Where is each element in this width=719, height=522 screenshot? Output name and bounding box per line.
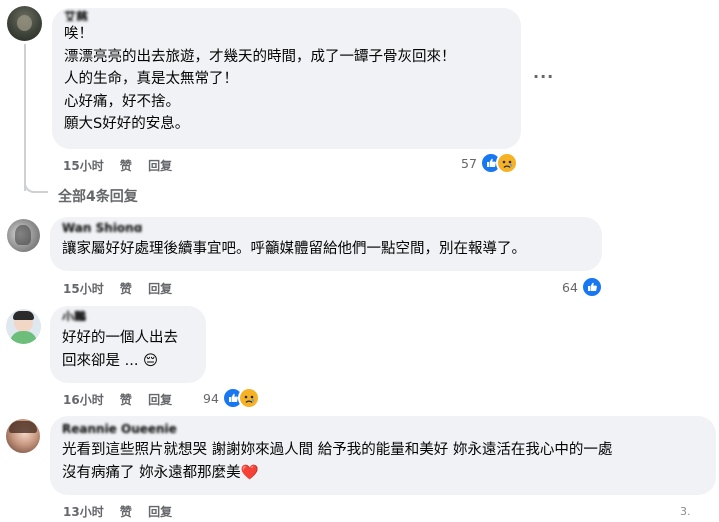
- avatar[interactable]: [6, 309, 41, 344]
- like-button[interactable]: 赞: [120, 157, 132, 174]
- reaction-count: 64: [562, 279, 578, 295]
- comment-author[interactable]: Wan Shiong: [62, 221, 590, 232]
- comment-time[interactable]: 16小时: [63, 391, 104, 408]
- reactions-summary[interactable]: 64: [562, 276, 603, 298]
- sad-reaction-icon: [237, 387, 260, 409]
- comment-meta: 15小时 赞 回复: [63, 280, 184, 297]
- comment-meta: 13小时 赞 回复: [63, 503, 184, 520]
- reply-button[interactable]: 回复: [148, 157, 172, 174]
- comment-author[interactable]: 小鵬: [62, 310, 194, 321]
- comment-bubble: 艾慈 唉！ 漂漂亮亮的出去旅遊，才幾天的時間，成了一罈子骨灰回來！ 人的生命，真…: [52, 8, 521, 149]
- more-options-icon[interactable]: ···: [533, 67, 554, 86]
- comment-bubble: Wan Shiong 讓家屬好好處理後續事宜吧。呼籲媒體留給他們一點空間，別在報…: [50, 217, 602, 271]
- comment-text: 讓家屬好好處理後續事宜吧。呼籲媒體留給他們一點空間，別在報導了。: [62, 241, 526, 257]
- comment-bubble: Reannie Queenie 光看到這些照片就想哭 謝謝妳來過人間 給予我的能…: [50, 416, 716, 495]
- comment-author[interactable]: 艾慈: [64, 10, 509, 21]
- like-button[interactable]: 赞: [120, 391, 132, 408]
- watermark: 3.: [680, 505, 691, 518]
- thread-connector: [24, 175, 48, 193]
- comment-author[interactable]: Reannie Queenie: [62, 422, 704, 433]
- comment-time[interactable]: 15小时: [63, 157, 104, 174]
- view-replies-link[interactable]: 全部4条回复: [58, 186, 138, 206]
- avatar[interactable]: [7, 219, 40, 252]
- like-button[interactable]: 赞: [120, 503, 132, 520]
- reactions-summary[interactable]: 94: [203, 387, 260, 409]
- reaction-count: 94: [203, 390, 219, 406]
- comment-meta: 15小时 赞 回复: [63, 157, 184, 174]
- reaction-count: 57: [461, 155, 477, 171]
- comment-text: 好好的一個人出去 回來卻是 ... 😔: [62, 330, 178, 369]
- like-button[interactable]: 赞: [120, 280, 132, 297]
- reply-button[interactable]: 回复: [148, 391, 172, 408]
- comment-meta: 16小时 赞 回复: [63, 391, 184, 408]
- reply-button[interactable]: 回复: [148, 503, 172, 520]
- avatar[interactable]: [7, 6, 42, 41]
- reactions-summary[interactable]: 57: [461, 152, 518, 174]
- comment-text: 唉！ 漂漂亮亮的出去旅遊，才幾天的時間，成了一罈子骨灰回來！ 人的生命，真是太無…: [64, 26, 456, 132]
- sad-reaction-icon: [495, 152, 518, 174]
- avatar[interactable]: [6, 419, 40, 453]
- like-reaction-icon: [580, 276, 603, 298]
- comment-time[interactable]: 13小时: [63, 503, 104, 520]
- comment-text: 光看到這些照片就想哭 謝謝妳來過人間 給予我的能量和美好 妳永遠活在我心中的一處…: [62, 442, 613, 481]
- reply-button[interactable]: 回复: [148, 280, 172, 297]
- comment-time[interactable]: 15小时: [63, 280, 104, 297]
- thread-line: [24, 44, 26, 191]
- comment-bubble: 小鵬 好好的一個人出去 回來卻是 ... 😔: [50, 306, 206, 383]
